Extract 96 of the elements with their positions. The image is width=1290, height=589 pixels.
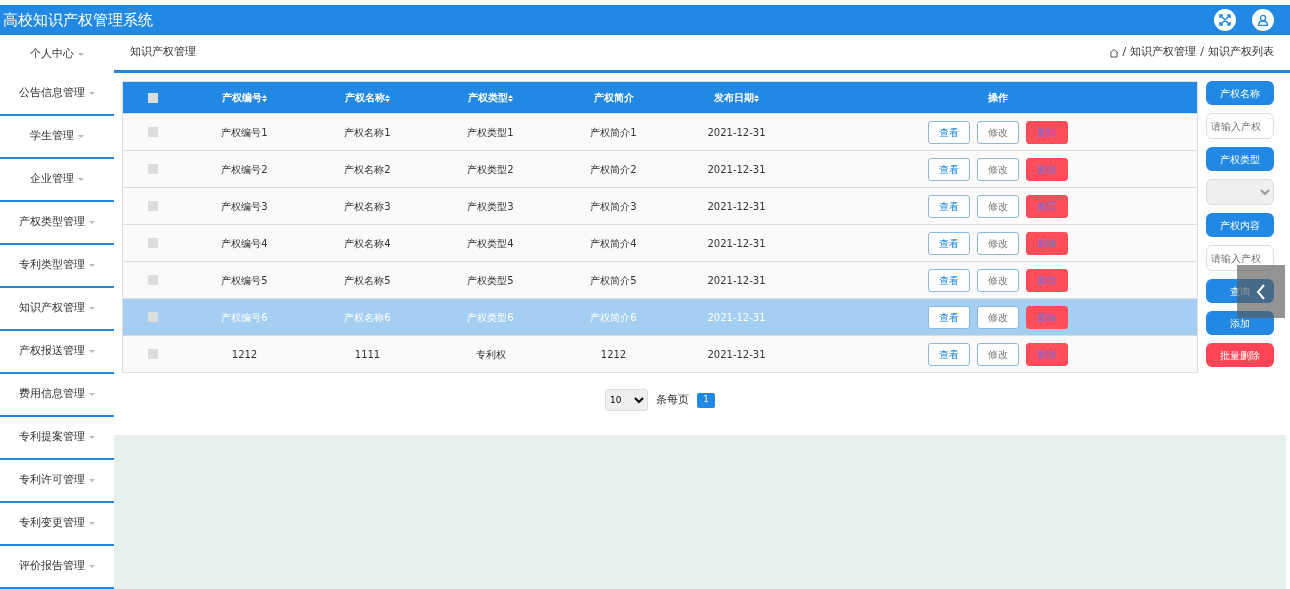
column-header[interactable]: 产权类型 xyxy=(429,90,552,105)
fullscreen-icon[interactable] xyxy=(1214,9,1236,31)
column-header[interactable]: 产权编号 xyxy=(183,90,306,105)
user-icon[interactable] xyxy=(1252,9,1274,31)
view-button[interactable]: 查看 xyxy=(927,157,970,181)
column-header[interactable]: 产权名称 xyxy=(306,90,429,105)
breadcrumb-separator: / xyxy=(1200,44,1204,61)
table-cell-text: 产权名称4 xyxy=(343,236,392,251)
chevron-left-icon xyxy=(1256,283,1266,300)
sort-icon[interactable] xyxy=(754,92,759,103)
table-cell-text: 产权简介6 xyxy=(589,310,638,325)
breadcrumb-item[interactable]: 知识产权管理 xyxy=(1130,44,1197,61)
action-button[interactable]: 添加 xyxy=(1206,311,1274,335)
table-row[interactable]: 产权编号1 产权名称1 产权类型1 产权简介1 2021-12-31 查看 修改 删除 xyxy=(123,113,1197,150)
table-cell-text: 2021-12-31 xyxy=(706,236,767,251)
page-size-select[interactable]: 10 xyxy=(605,389,648,411)
table-cell-text: 产权名称6 xyxy=(343,310,392,325)
row-checkbox[interactable] xyxy=(148,312,158,322)
batch-delete-button[interactable]: 批量删除 xyxy=(1206,343,1274,367)
row-checkbox[interactable] xyxy=(148,201,158,211)
field-label: 产权类型 xyxy=(1206,147,1274,171)
table-cell-text: 2021-12-31 xyxy=(706,162,767,177)
table-cell-text: 产权类型4 xyxy=(466,236,515,251)
table-cell-text: 产权编号4 xyxy=(220,236,269,251)
table-cell-text: 产权编号3 xyxy=(220,199,269,214)
app-title: 高校知识产权管理系统 xyxy=(2,9,153,31)
edit-button[interactable]: 修改 xyxy=(976,194,1019,218)
table-row[interactable]: 产权编号2 产权名称2 产权类型2 产权简介2 2021-12-31 查看 修改 删除 xyxy=(123,150,1197,187)
table-cell-text: 产权简介2 xyxy=(589,162,638,177)
column-header: 产权简介 xyxy=(592,91,635,105)
type-select[interactable] xyxy=(1206,179,1274,205)
table-cell-text: 产权名称1 xyxy=(343,125,392,140)
table-row[interactable]: 产权编号3 产权名称3 产权类型3 产权简介3 2021-12-31 查看 修改 删除 xyxy=(123,187,1197,224)
table-cell-text: 产权类型3 xyxy=(466,199,515,214)
table-cell-text: 产权简介4 xyxy=(589,236,638,251)
sort-icon[interactable] xyxy=(508,92,513,103)
search-field[interactable]: 请输入产权 xyxy=(1206,245,1274,271)
edit-button[interactable]: 修改 xyxy=(976,268,1019,292)
view-button[interactable]: 查看 xyxy=(927,268,970,292)
table-cell-text: 产权编号1 xyxy=(220,125,269,140)
edit-button[interactable]: 修改 xyxy=(976,231,1019,255)
view-button[interactable]: 查看 xyxy=(927,120,970,144)
table-cell-text: 产权名称5 xyxy=(343,273,392,288)
per-page-label: 条每页 xyxy=(656,391,689,408)
table-cell-text: 2021-12-31 xyxy=(706,199,767,214)
row-checkbox[interactable] xyxy=(148,127,158,137)
table-cell-text: 产权类型6 xyxy=(466,310,515,325)
table-cell-text: 产权编号2 xyxy=(220,162,269,177)
table-cell-text: 产权编号6 xyxy=(220,310,269,325)
breadcrumb-item: 知识产权列表 xyxy=(1208,44,1274,61)
search-field[interactable]: 请输入产权 xyxy=(1206,113,1274,139)
row-checkbox[interactable] xyxy=(148,275,158,285)
table-cell-text: 产权名称3 xyxy=(343,199,392,214)
table-cell-text: 2021-12-31 xyxy=(706,310,767,325)
table-cell-text: 产权简介1 xyxy=(589,125,638,140)
edit-button[interactable]: 修改 xyxy=(976,120,1019,144)
table-cell-text: 专利权 xyxy=(474,347,507,362)
view-button[interactable]: 查看 xyxy=(927,342,970,366)
edit-button[interactable]: 修改 xyxy=(976,305,1019,329)
table-cell-text: 1212 xyxy=(599,347,628,362)
field-label: 产权内容 xyxy=(1206,213,1274,237)
page-title: 知识产权管理 xyxy=(130,44,196,61)
table-cell-text: 2021-12-31 xyxy=(706,273,767,288)
sort-icon[interactable] xyxy=(262,92,267,103)
column-header[interactable]: 发布日期 xyxy=(675,90,798,105)
table-cell-text: 产权简介3 xyxy=(589,199,638,214)
table-cell-text: 产权类型2 xyxy=(466,162,515,177)
row-checkbox[interactable] xyxy=(148,238,158,248)
table-row[interactable]: 产权编号6 产权名称6 产权类型6 产权简介6 2021-12-31 查看 修改 删除 xyxy=(123,298,1197,335)
action-button[interactable]: 查询 xyxy=(1206,279,1274,303)
breadcrumb-separator: / xyxy=(1122,44,1127,61)
select-all-checkbox[interactable] xyxy=(148,92,158,103)
table-cell-text: 2021-12-31 xyxy=(706,125,767,140)
table-cell-text: 产权名称2 xyxy=(343,162,392,177)
table-cell-text: 1111 xyxy=(353,347,382,362)
table-cell-text: 产权简介5 xyxy=(589,273,638,288)
column-header: 操作 xyxy=(986,91,1009,105)
field-label: 产权名称 xyxy=(1206,81,1274,105)
home-icon[interactable] xyxy=(1108,47,1119,58)
table-cell-text: 2021-12-31 xyxy=(706,347,767,362)
table-cell-text: 产权编号5 xyxy=(220,273,269,288)
view-button[interactable]: 查看 xyxy=(927,231,970,255)
row-checkbox[interactable] xyxy=(148,349,158,359)
table-row[interactable]: 产权编号4 产权名称4 产权类型4 产权简介4 2021-12-31 查看 修改 删除 xyxy=(123,224,1197,261)
table-row[interactable]: 1212 1111 专利权 1212 2021-12-31 查看 修改 删除 xyxy=(123,335,1197,372)
edit-button[interactable]: 修改 xyxy=(976,157,1019,181)
page-number[interactable]: 1 xyxy=(697,392,715,408)
row-checkbox[interactable] xyxy=(148,164,158,174)
table-cell-text: 产权类型1 xyxy=(466,125,515,140)
view-button[interactable]: 查看 xyxy=(927,305,970,329)
table-cell-text: 1212 xyxy=(230,347,259,362)
table-row[interactable]: 产权编号5 产权名称5 产权类型5 产权简介5 2021-12-31 查看 修改 删除 xyxy=(123,261,1197,298)
edit-button[interactable]: 修改 xyxy=(976,342,1019,366)
sort-icon[interactable] xyxy=(385,92,390,103)
view-button[interactable]: 查看 xyxy=(927,194,970,218)
table-cell-text: 产权类型5 xyxy=(466,273,515,288)
